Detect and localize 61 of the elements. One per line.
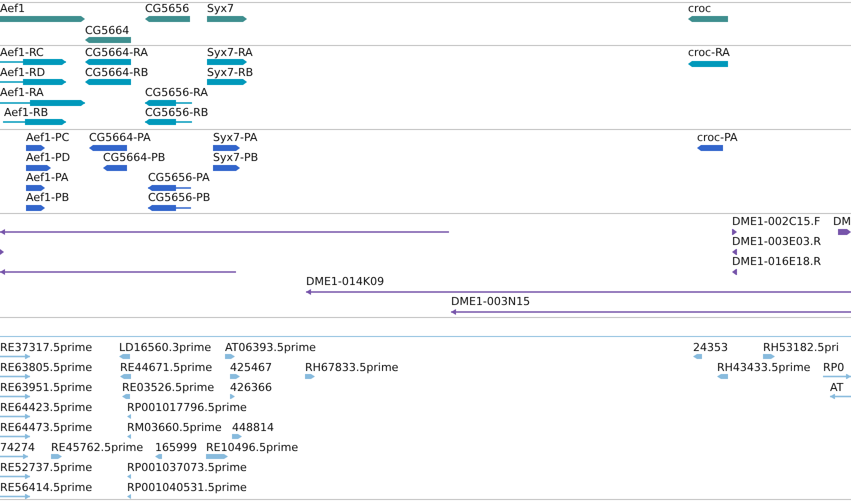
feature-label: RH43433.5prime (717, 361, 810, 374)
feature-label: Aef1-RD (0, 66, 46, 79)
feature-label: croc-PA (697, 131, 738, 144)
feature-label: DME1-002C15.F (732, 215, 820, 228)
feature-label: Syx7 (207, 2, 234, 15)
feature-label: Aef1-RA (0, 86, 44, 99)
feature-label: Aef1-PA (26, 171, 68, 184)
feature-label: 448814 (232, 421, 274, 434)
feature-label: DME1-014K09 (306, 275, 384, 288)
feature-label: Aef1-PD (26, 151, 70, 164)
feature-label: Syx7-PA (213, 131, 258, 144)
feature-label: LD16560.3prime (119, 341, 212, 354)
feature-label: Syx7-PB (213, 151, 258, 164)
feature-label: RP001040531.5prime (127, 481, 247, 494)
feature-label: croc (688, 2, 712, 15)
feature-label: Aef1-PC (26, 131, 70, 144)
feature-label: CG5656 (145, 2, 190, 15)
feature-label: CG5656-RA (145, 86, 208, 99)
feature-label: CG5656-RB (145, 106, 208, 119)
feature-label: RE03526.5prime (122, 381, 214, 394)
feature-label: 74274 (0, 441, 35, 454)
feature-label: CG5664-PA (89, 131, 151, 144)
feature-label: RH67833.5prime (305, 361, 398, 374)
feature-label: RP001037073.5prime (127, 461, 247, 474)
feature-label: RE44671.5prime (120, 361, 212, 374)
feature-label: DM (833, 215, 851, 228)
feature-label: Aef1-RC (0, 46, 44, 59)
feature-label: Syx7-RA (207, 46, 253, 59)
feature-label: RP001017796.5prime (127, 401, 247, 414)
feature-label: AT06393.5prime (225, 341, 316, 354)
feature-label: RE64473.5prime (0, 421, 92, 434)
feature-label: Aef1 (0, 2, 25, 15)
feature-label: RP0 (823, 361, 844, 374)
feature-label: RE56414.5prime (0, 481, 92, 494)
feature-label: DME1-003E03.R (732, 235, 821, 248)
feature-label: CG5664-RA (85, 46, 148, 59)
feature-label: 425467 (230, 361, 272, 374)
feature-label: CG5656-PA (148, 171, 210, 184)
feature-label: RE52737.5prime (0, 461, 92, 474)
feature-label: RM03660.5prime (127, 421, 222, 434)
feature-label: DME1-016E18.R (732, 255, 821, 268)
feature-label: RH53182.5pri (763, 341, 839, 354)
feature-label: RE45762.5prime (51, 441, 144, 454)
feature-label: CG5664-PB (103, 151, 166, 164)
feature-label: Aef1-PB (26, 191, 70, 204)
feature-label: RE10496.5prime (206, 441, 298, 454)
feature-label: CG5664 (85, 24, 130, 37)
feature-label: croc-RA (688, 46, 730, 59)
feature-label: RE37317.5prime (0, 341, 92, 354)
feature-label: RE63951.5prime (0, 381, 92, 394)
feature-label: 426366 (230, 381, 272, 394)
feature-label: Syx7-RB (207, 66, 254, 79)
feature-label: 165999 (155, 441, 197, 454)
feature-label: DME1-003N15 (451, 295, 530, 308)
feature-label: AT (830, 381, 844, 394)
feature-label: CG5656-PB (148, 191, 210, 204)
feature-label: 24353 (693, 341, 728, 354)
feature-label: CG5664-RB (85, 66, 148, 79)
feature-label: RE63805.5prime (0, 361, 92, 374)
feature-label: Aef1-RB (4, 106, 48, 119)
feature-label: RE64423.5prime (0, 401, 92, 414)
